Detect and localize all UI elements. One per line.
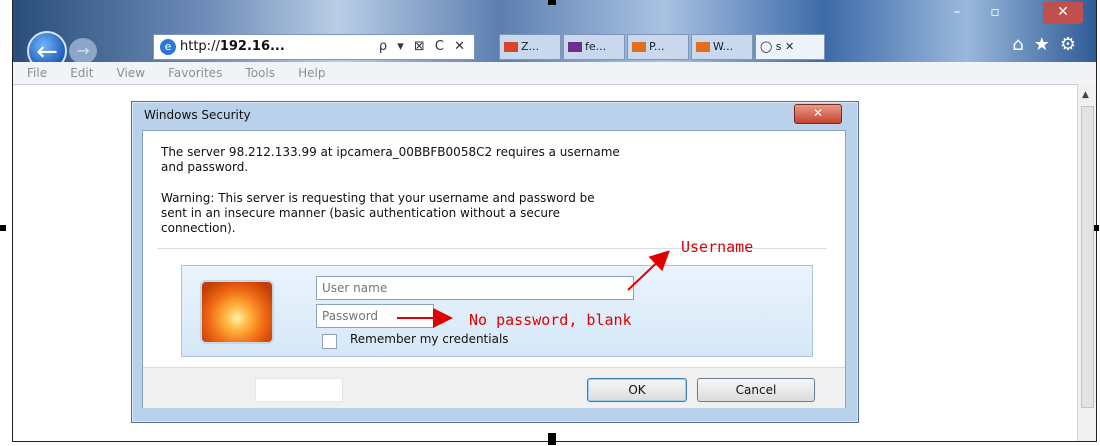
username-arrow [627, 250, 670, 291]
edge-mark [548, 433, 556, 445]
browser-window: – ▫ ✕ ← → e http://192.16... ρ ▾ ⊠ C ✕ Z.… [12, 0, 1097, 442]
edge-mark [1094, 225, 1099, 231]
annotation-arrows [397, 250, 670, 328]
edge-mark [0, 225, 6, 231]
edge-mark [548, 0, 556, 5]
